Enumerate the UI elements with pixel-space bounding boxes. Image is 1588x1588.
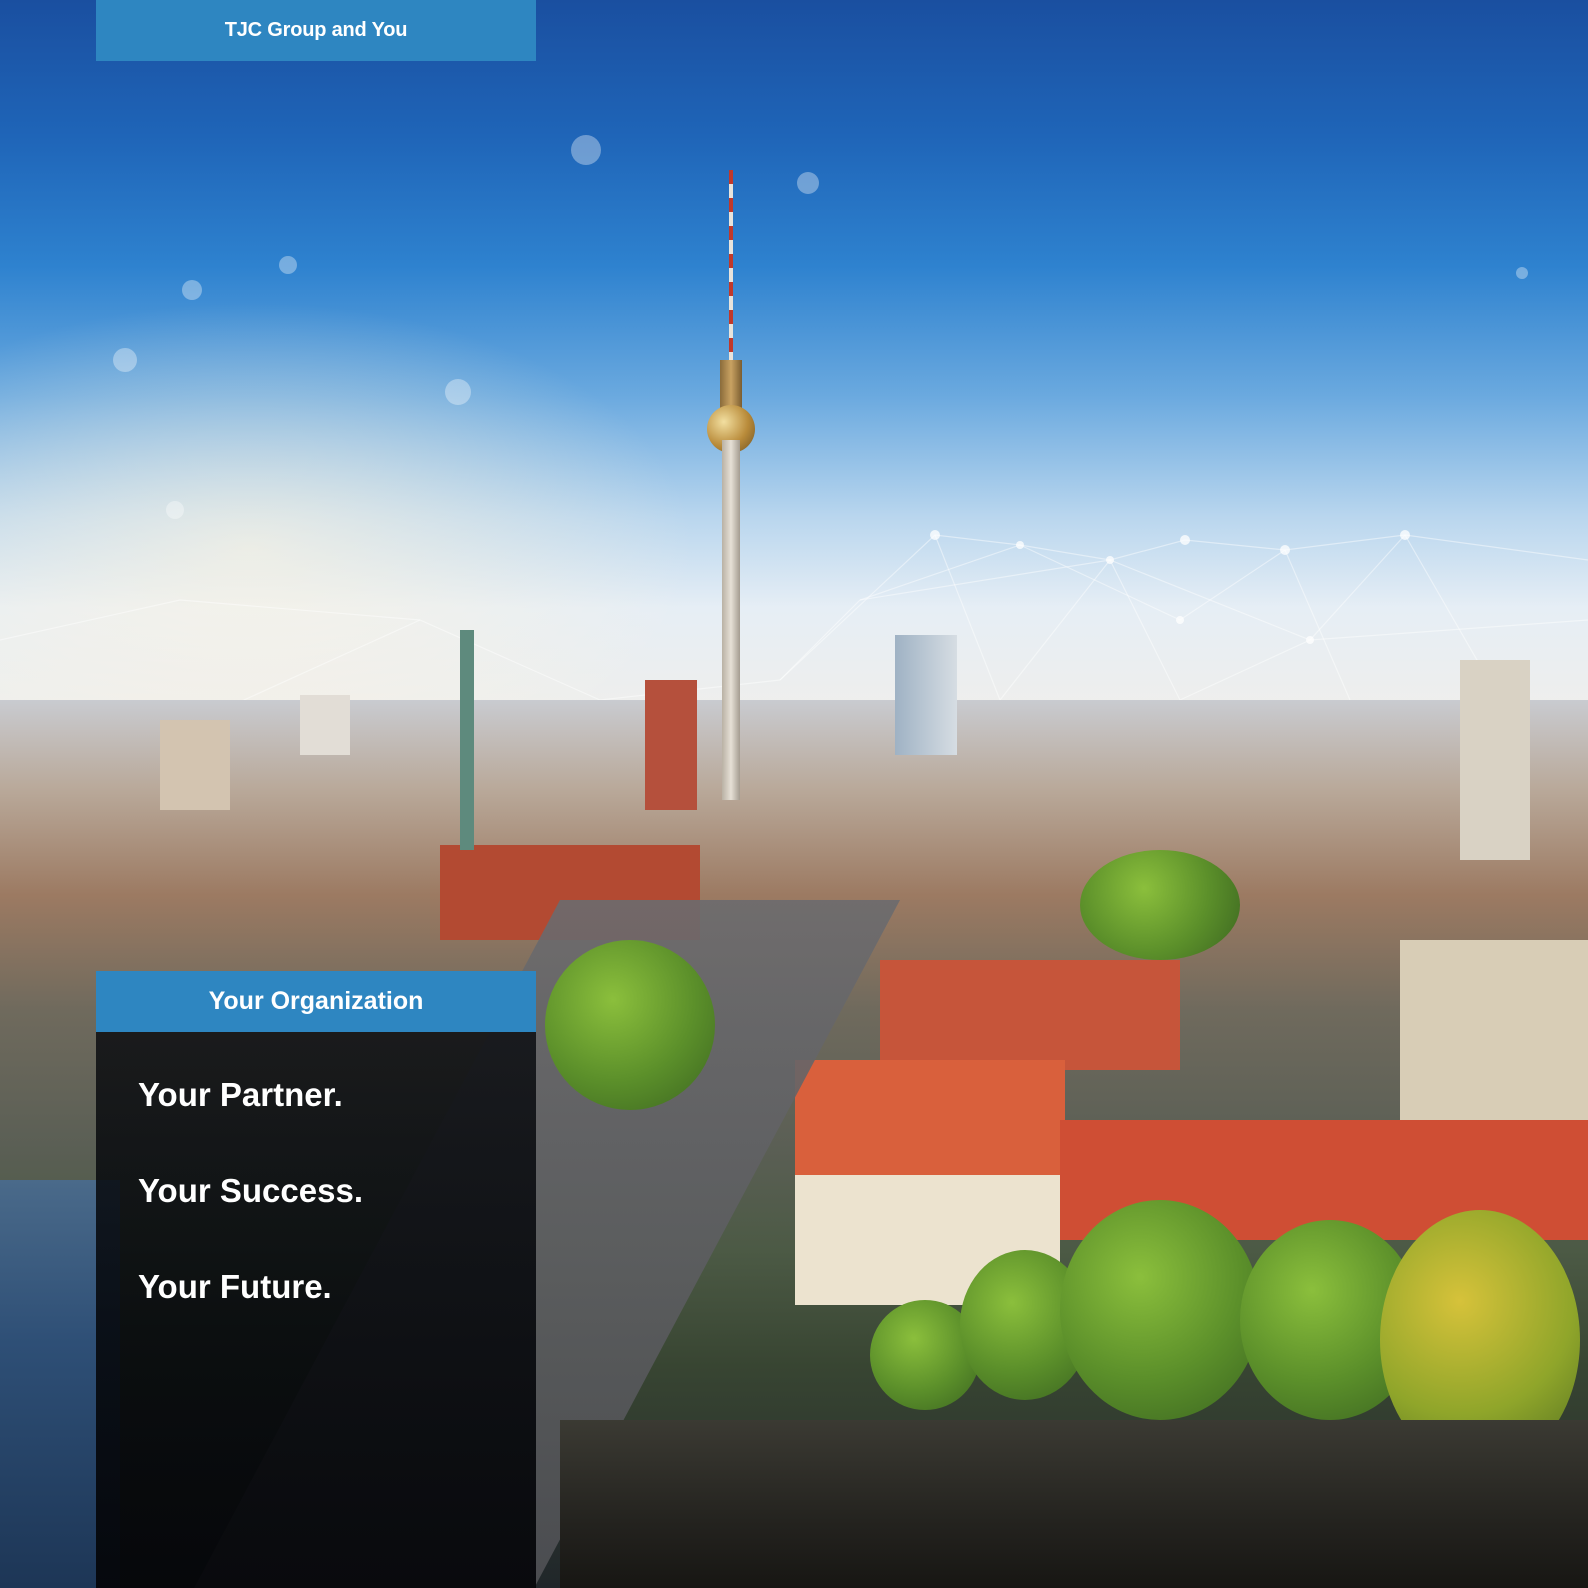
organization-title-bar: Your Organization — [96, 971, 536, 1032]
building — [160, 720, 230, 810]
red-town-hall-tower — [645, 680, 697, 810]
roof — [795, 1060, 1065, 1185]
tagline-partner: Your Partner. — [138, 1076, 343, 1113]
roof — [880, 960, 1180, 1070]
header-tab: TJC Group and You — [96, 0, 536, 61]
network-lines-overlay — [0, 135, 1588, 721]
tv-tower-antenna — [729, 170, 733, 365]
tagline-success: Your Success. — [138, 1172, 363, 1209]
organization-panel: Your Organization Your Partner. Your Suc… — [96, 971, 536, 1588]
brochure-page: TJC Group and You Your Organization Your… — [0, 0, 1588, 1588]
tv-tower-neck — [720, 360, 742, 410]
dome-tower — [1460, 660, 1530, 860]
header-tab-label: TJC Group and You — [224, 19, 408, 41]
church-spire — [460, 630, 474, 850]
tagline-future: Your Future. — [138, 1268, 332, 1305]
tv-tower-shaft — [722, 440, 740, 800]
tree — [1060, 1200, 1260, 1420]
building — [300, 695, 350, 755]
tree — [545, 940, 715, 1110]
building — [1400, 940, 1588, 1150]
organization-title: Your Organization — [208, 987, 424, 1015]
tree — [1080, 850, 1240, 960]
river — [560, 1420, 1588, 1588]
building — [895, 635, 957, 755]
